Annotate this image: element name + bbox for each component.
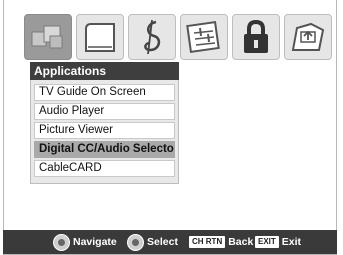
- back-hint: CH RTN Back: [189, 234, 253, 250]
- menu-item-audio-player[interactable]: Audio Player: [34, 103, 175, 120]
- navigation-help-bar: Navigate Select CH RTN Back EXIT Exit: [3, 230, 337, 254]
- preferences-icon[interactable]: [284, 14, 332, 60]
- select-label: Select: [147, 236, 178, 248]
- menu-icon-bar: [24, 14, 334, 60]
- navigate-hint: Navigate: [53, 233, 117, 251]
- navigate-label: Navigate: [73, 236, 117, 248]
- applications-menu: TV Guide On Screen Audio Player Picture …: [30, 80, 179, 184]
- back-label: Back: [228, 236, 254, 248]
- menu-title: Applications: [30, 62, 179, 80]
- tv-menu-screen: Applications TV Guide On Screen Audio Pl…: [3, 0, 337, 255]
- exit-hint: EXIT Exit: [255, 234, 301, 250]
- ch-rtn-key-icon: CH RTN: [189, 236, 226, 248]
- menu-item-cablecard[interactable]: CableCARD: [34, 160, 175, 177]
- select-hint: Select: [127, 233, 178, 251]
- applications-icon[interactable]: [24, 14, 72, 60]
- menu-item-picture-viewer[interactable]: Picture Viewer: [34, 122, 175, 139]
- menu-item-tv-guide-on-screen[interactable]: TV Guide On Screen: [34, 84, 175, 101]
- audio-icon[interactable]: [128, 14, 176, 60]
- setup-icon[interactable]: [180, 14, 228, 60]
- navigate-icon: [53, 233, 70, 251]
- picture-icon[interactable]: [76, 14, 124, 60]
- exit-label: Exit: [281, 236, 302, 248]
- select-icon: [127, 233, 144, 251]
- menu-item-digital-cc-audio-selector[interactable]: Digital CC/Audio Selector: [34, 141, 175, 158]
- lock-icon[interactable]: [232, 14, 280, 60]
- exit-key-icon: EXIT: [255, 236, 279, 248]
